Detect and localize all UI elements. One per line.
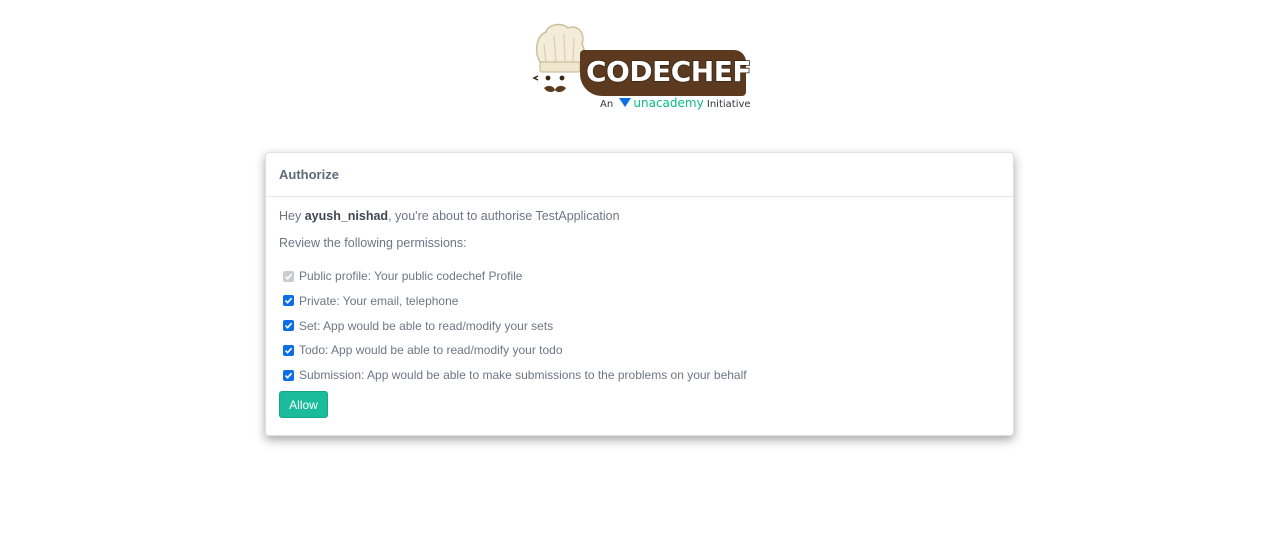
permission-label: Private: Your email, telephone [299,293,459,308]
private-checkbox[interactable] [283,295,294,307]
tagline-suffix: Initiative [706,99,751,110]
set-checkbox[interactable] [283,320,294,332]
check-icon [284,297,293,305]
permission-label: Submission: App would be able to make su… [299,368,747,383]
check-icon [284,372,293,379]
todo-checkbox[interactable] [283,344,294,356]
submission-checkbox[interactable] [283,369,294,381]
intro-text: Hey ayush_nishad, you're about to author… [279,209,1000,224]
permission-label: Todo: App would be able to read/modify y… [299,343,563,358]
authorize-card: Authorize Hey ayush_nishad, you're about… [265,152,1014,436]
permission-private: Private: Your email, telephone [279,291,1000,311]
check-icon [284,322,293,329]
card-body: Hey ayush_nishad, you're about to author… [266,197,1013,419]
codechef-logo[interactable]: CODECHEF An unacademy Initiative [532,22,752,114]
card-title: Authorize [279,167,339,182]
permission-todo: Todo: App would be able to read/modify y… [279,340,1000,360]
allow-button[interactable]: Allow [279,391,328,419]
tagline-brand: unacademy [633,96,704,110]
permission-label: Set: App would be able to read/modify yo… [299,318,554,333]
check-icon [284,273,293,280]
check-icon [284,347,293,354]
intro-suffix: , you're about to authorise TestApplicat… [388,209,620,223]
unacademy-icon [619,98,632,107]
logo-wordmark: CODECHEF [585,54,752,89]
tagline-prefix: An [600,99,614,110]
permission-public-profile: Public profile: Your public codechef Pro… [279,266,1000,286]
intro-prefix: Hey [279,209,305,223]
username: ayush_nishad [304,209,389,223]
permission-set: Set: App would be able to read/modify yo… [279,316,1000,336]
review-text: Review the following permissions: [279,236,467,250]
card-header: Authorize [266,153,1013,197]
permission-submission: Submission: App would be able to make su… [279,365,1000,385]
public-profile-checkbox [283,270,294,282]
permission-label: Public profile: Your public codechef Pro… [299,269,523,283]
logo-tagline: An unacademy Initiative [600,96,751,112]
